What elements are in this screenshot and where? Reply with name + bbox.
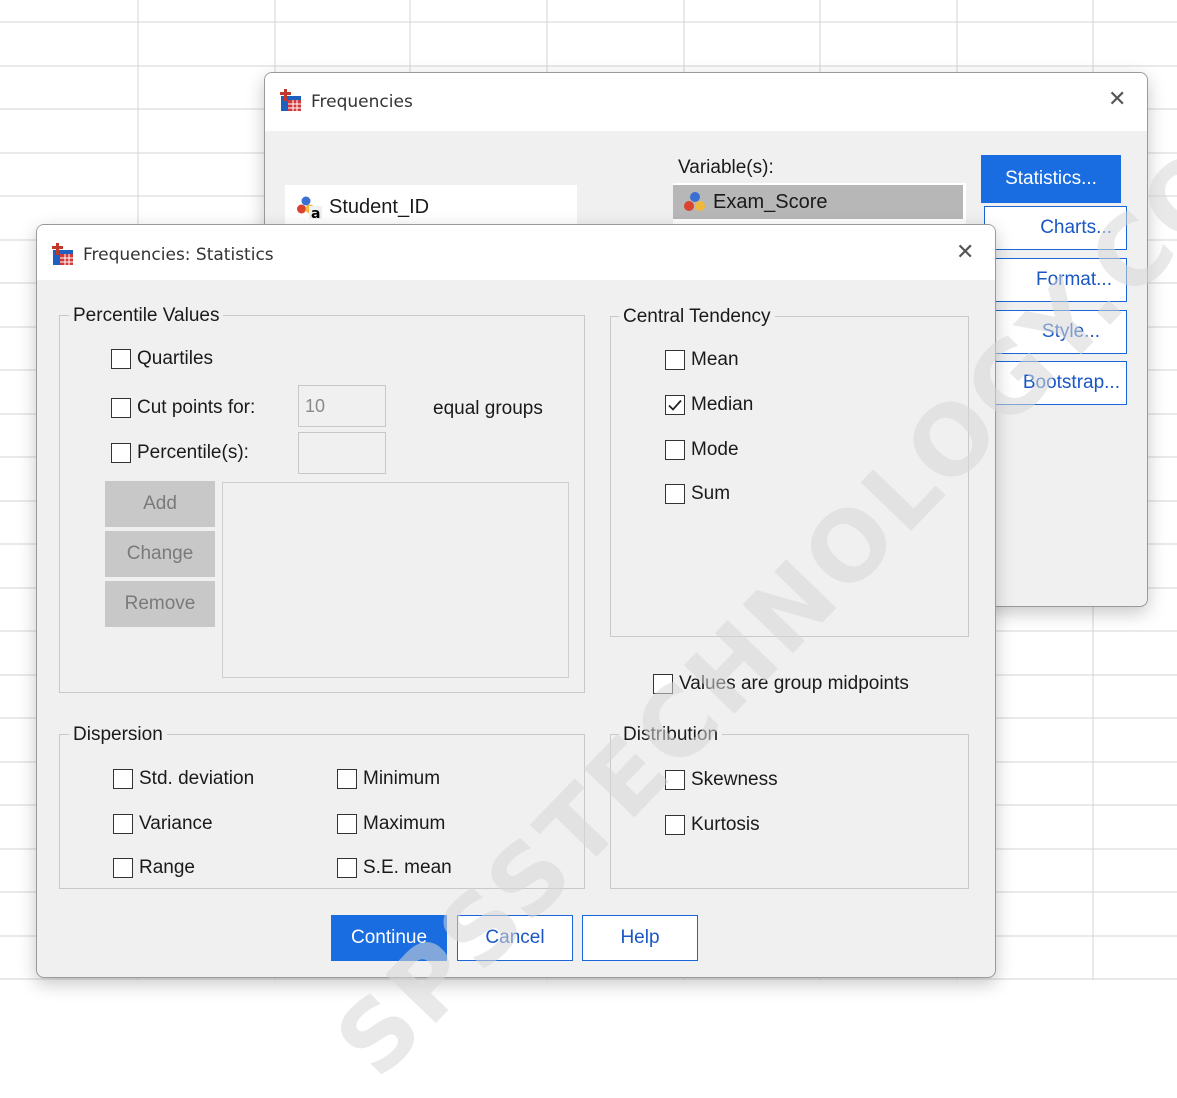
variable-name: Student_ID: [329, 195, 430, 218]
dispersion-legend: Dispersion: [69, 724, 167, 746]
checkbox-label: Mean: [691, 349, 739, 370]
format-button[interactable]: Format...: [984, 258, 1127, 302]
selected-variable-list[interactable]: Exam_Score: [673, 183, 966, 227]
kurtosis-checkbox[interactable]: Kurtosis: [665, 814, 760, 836]
percentile-values-legend: Percentile Values: [69, 305, 224, 327]
checkbox-box[interactable]: [111, 443, 131, 463]
help-button[interactable]: Help: [582, 915, 698, 961]
median-checkbox[interactable]: Median: [665, 394, 753, 416]
se-mean-checkbox[interactable]: S.E. mean: [337, 857, 452, 879]
minimum-checkbox[interactable]: Minimum: [337, 768, 440, 790]
checkbox-box[interactable]: [665, 770, 685, 790]
cut-points-input[interactable]: 10: [298, 385, 386, 427]
remove-button[interactable]: Remove: [105, 581, 215, 627]
nominal-variable-icon: [684, 192, 705, 211]
range-checkbox[interactable]: Range: [113, 857, 195, 879]
distribution-group: [610, 734, 969, 889]
equal-groups-label: equal groups: [433, 398, 543, 419]
checkbox-box[interactable]: [653, 674, 673, 694]
mean-checkbox[interactable]: Mean: [665, 349, 739, 371]
statistics-titlebar: Frequencies: Statistics ✕: [37, 225, 995, 280]
checkbox-label: Std. deviation: [139, 768, 255, 789]
quartiles-checkbox[interactable]: Quartiles: [111, 348, 213, 370]
checkbox-box[interactable]: [337, 814, 357, 834]
charts-button[interactable]: Charts...: [984, 206, 1127, 250]
central-tendency-legend: Central Tendency: [619, 306, 775, 328]
checkmark-icon: [668, 399, 682, 411]
percentile-list[interactable]: [222, 482, 569, 678]
checkbox-label: Range: [139, 857, 195, 878]
spss-app-icon: [52, 243, 73, 265]
nominal-string-variable-icon: a: [297, 196, 322, 219]
percentiles-checkbox[interactable]: Percentile(s):: [111, 442, 249, 464]
checkbox-label: Percentile(s):: [137, 442, 249, 463]
checkbox-box[interactable]: [337, 769, 357, 789]
sum-checkbox[interactable]: Sum: [665, 483, 730, 505]
distribution-legend: Distribution: [619, 724, 723, 746]
checkbox-box[interactable]: [113, 858, 133, 878]
checkbox-label: Sum: [691, 483, 731, 504]
checkbox-label: Quartiles: [137, 348, 214, 369]
checkbox-label: Minimum: [363, 768, 441, 789]
spss-app-icon: [280, 89, 301, 111]
checkbox-label: Variance: [139, 813, 213, 834]
dialog-title: Frequencies: Statistics: [83, 245, 274, 265]
percentile-input[interactable]: [298, 432, 386, 474]
checkbox-box[interactable]: [111, 398, 131, 418]
checkbox-label: S.E. mean: [363, 857, 452, 878]
checkbox-label: Mode: [691, 439, 739, 460]
checkbox-label: Cut points for:: [137, 397, 256, 418]
cancel-button[interactable]: Cancel: [457, 915, 573, 961]
skewness-checkbox[interactable]: Skewness: [665, 769, 778, 791]
list-item[interactable]: Exam_Score: [673, 185, 963, 219]
checkbox-box[interactable]: [665, 484, 685, 504]
style-button[interactable]: Style...: [984, 310, 1127, 354]
checkbox-box[interactable]: [113, 769, 133, 789]
variable-name: Exam_Score: [713, 190, 828, 213]
std-deviation-checkbox[interactable]: Std. deviation: [113, 768, 254, 790]
statistics-dialog: Frequencies: Statistics ✕ Percentile Val…: [36, 224, 996, 978]
add-button[interactable]: Add: [105, 481, 215, 527]
variables-label: Variable(s):: [678, 157, 774, 178]
list-item[interactable]: a Student_ID: [297, 195, 429, 219]
group-midpoints-checkbox[interactable]: Values are group midpoints: [653, 673, 909, 695]
checkbox-box[interactable]: [113, 814, 133, 834]
mode-checkbox[interactable]: Mode: [665, 439, 739, 461]
checkbox-box[interactable]: [665, 440, 685, 460]
variance-checkbox[interactable]: Variance: [113, 813, 213, 835]
frequencies-titlebar: Frequencies ✕: [265, 73, 1147, 131]
checkbox-box[interactable]: [337, 858, 357, 878]
continue-button[interactable]: Continue: [331, 915, 447, 961]
checkbox-box[interactable]: [665, 350, 685, 370]
maximum-checkbox[interactable]: Maximum: [337, 813, 445, 835]
central-tendency-group: [610, 316, 969, 637]
change-button[interactable]: Change: [105, 531, 215, 577]
bootstrap-button[interactable]: Bootstrap...: [984, 361, 1127, 405]
checkbox-label: Values are group midpoints: [679, 673, 909, 694]
checkbox-label: Kurtosis: [691, 814, 760, 835]
close-icon[interactable]: ✕: [1108, 87, 1126, 112]
source-variable-list[interactable]: a Student_ID: [285, 185, 577, 229]
cut-points-checkbox[interactable]: Cut points for:: [111, 397, 255, 419]
checkbox-label: Skewness: [691, 769, 778, 790]
statistics-button[interactable]: Statistics...: [981, 155, 1121, 203]
checkbox-box[interactable]: [665, 815, 685, 835]
checkbox-label: Median: [691, 394, 754, 415]
checkbox-label: Maximum: [363, 813, 446, 834]
checkbox-box[interactable]: [665, 395, 685, 415]
dialog-title: Frequencies: [311, 92, 413, 112]
svg-text:a: a: [311, 206, 320, 219]
checkbox-box[interactable]: [111, 349, 131, 369]
close-icon[interactable]: ✕: [956, 240, 974, 265]
